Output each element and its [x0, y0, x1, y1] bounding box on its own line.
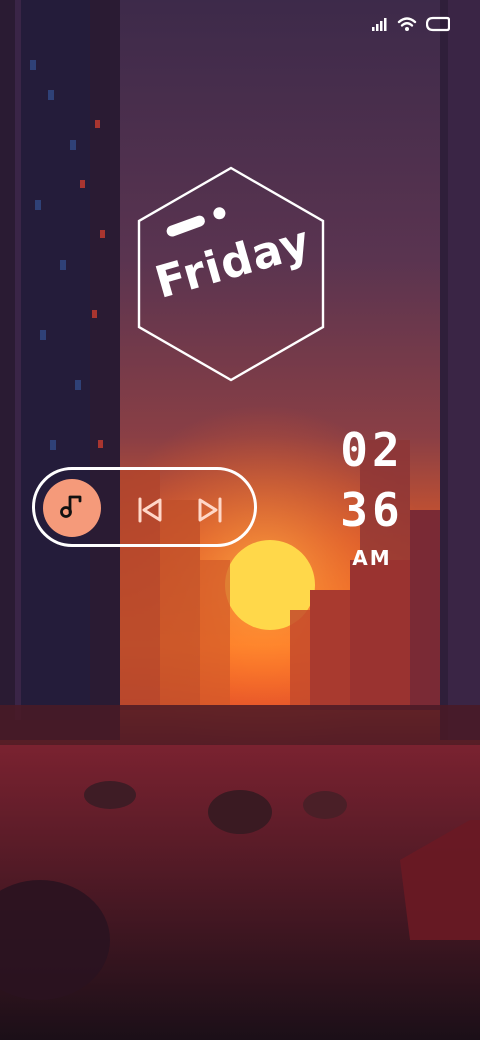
- day-widget[interactable]: Friday: [136, 165, 326, 383]
- battery-icon: [426, 16, 450, 32]
- clock-hour: 02: [340, 423, 404, 477]
- wifi-icon: [397, 16, 417, 32]
- skip-next-icon: [195, 497, 225, 530]
- music-app-button[interactable]: [43, 479, 101, 537]
- music-note-icon: [58, 492, 86, 524]
- skip-previous-button[interactable]: [135, 496, 165, 526]
- music-player-widget: [32, 467, 257, 547]
- signal-icon: [372, 17, 388, 31]
- skip-next-button[interactable]: [195, 496, 225, 526]
- clock-widget[interactable]: 02 36 AM: [330, 420, 414, 570]
- clock-minute: 36: [340, 483, 404, 537]
- status-bar: [372, 16, 450, 32]
- clock-period: AM: [352, 546, 392, 570]
- skip-previous-icon: [135, 497, 165, 530]
